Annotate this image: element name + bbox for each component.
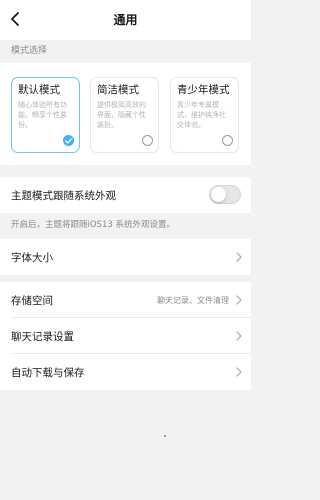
toggle-knob <box>211 187 226 202</box>
chevron-right-icon <box>236 252 242 262</box>
radio-checked-icon[interactable] <box>63 135 74 146</box>
checkmark-icon <box>65 137 72 144</box>
top-bar: 通用 <box>0 0 251 40</box>
mode-card-desc: 随心体验所有功能，畅享个性装扮。 <box>18 101 67 129</box>
mode-card-simple[interactable]: 简洁模式 提供极简高效的界面，隐藏个性装扮。 <box>90 77 159 153</box>
row-label: 自动下载与保存 <box>11 366 85 379</box>
chevron-right-icon <box>236 331 242 341</box>
row-label: 字体大小 <box>11 251 53 264</box>
radio-unchecked-icon[interactable] <box>222 135 233 146</box>
settings-row-storage[interactable]: 存储空间 聊天记录、文件清理 <box>0 282 251 318</box>
mode-card-teen[interactable]: 青少年模式 青少年专属模式，维护纯净社交体验。 <box>170 77 239 153</box>
theme-follow-hint: 开启后，主题将跟随iOS13 系统外观设置。 <box>11 220 175 230</box>
mode-section-label: 模式选择 <box>11 46 48 56</box>
mode-card-title: 青少年模式 <box>177 84 230 96</box>
row-label: 存储空间 <box>11 294 53 307</box>
theme-follow-toggle[interactable] <box>209 185 241 204</box>
decorative-dot <box>164 435 166 437</box>
mode-card-desc: 青少年专属模式，维护纯净社交体验。 <box>177 101 226 129</box>
radio-unchecked-icon[interactable] <box>142 135 153 146</box>
row-label: 聊天记录设置 <box>11 330 74 343</box>
chevron-right-icon <box>236 295 242 305</box>
mode-card-default[interactable]: 默认模式 随心体验所有功能，畅享个性装扮。 <box>11 77 80 153</box>
chevron-right-icon <box>236 367 242 377</box>
settings-row-auto-download[interactable]: 自动下载与保存 <box>0 354 251 390</box>
row-value: 聊天记录、文件清理 <box>157 295 229 305</box>
settings-row-font-size[interactable]: 字体大小 <box>0 239 251 275</box>
mode-card-title: 简洁模式 <box>97 84 139 96</box>
theme-follow-row: 主题模式跟随系统外观 <box>0 177 251 213</box>
page-title: 通用 <box>113 13 138 27</box>
mode-card-title: 默认模式 <box>18 84 60 96</box>
theme-follow-label: 主题模式跟随系统外观 <box>11 189 116 202</box>
mode-selector: 默认模式 随心体验所有功能，畅享个性装扮。 简洁模式 提供极简高效的界面，隐藏个… <box>0 63 251 165</box>
mode-card-desc: 提供极简高效的界面，隐藏个性装扮。 <box>97 101 146 129</box>
settings-row-chat-history[interactable]: 聊天记录设置 <box>0 318 251 354</box>
